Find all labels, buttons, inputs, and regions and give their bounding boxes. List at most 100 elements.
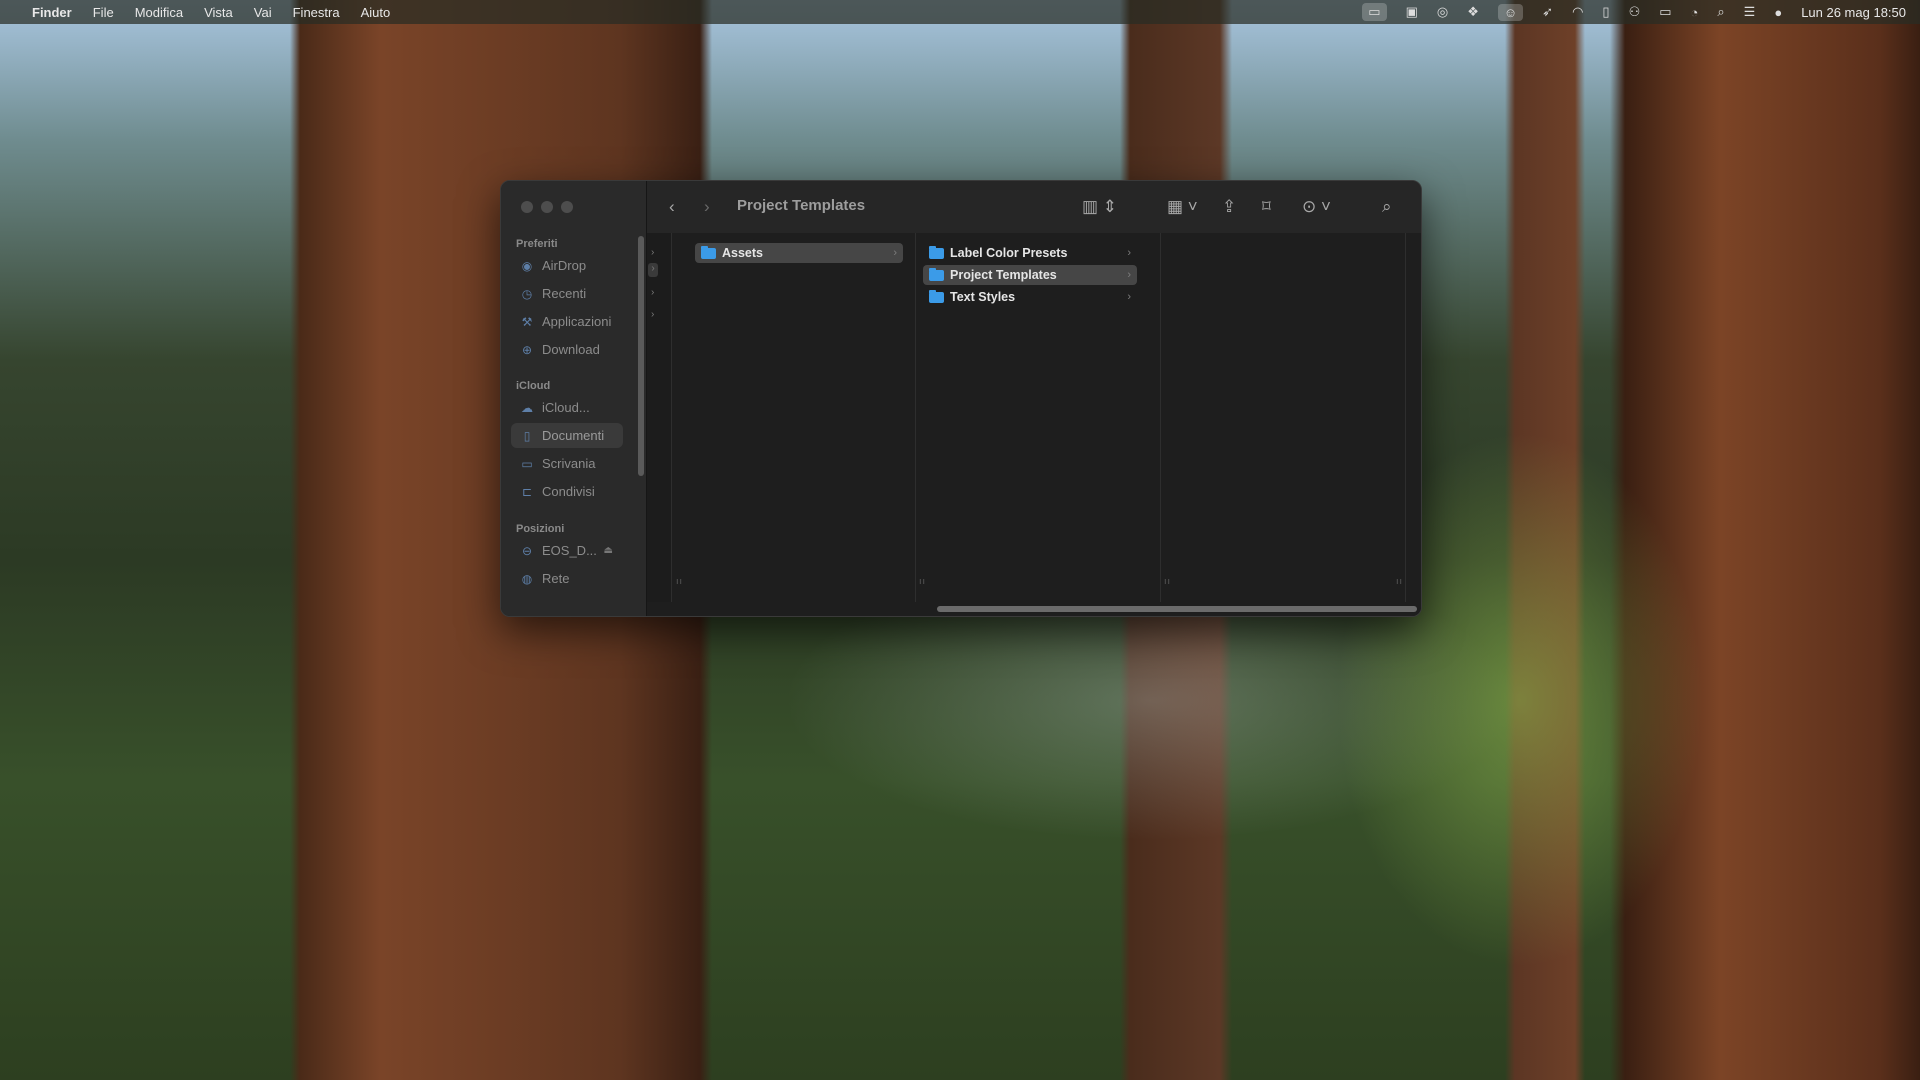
menu-finestra[interactable]: Finestra [293,5,340,20]
column-3: ıı ıı [1160,233,1406,602]
wifi-icon[interactable]: ◔ [1691,5,1699,20]
menu-bar: Finder File Modifica Vista Vai Finestra … [0,0,1920,24]
sidebar: Preferiti ◉ AirDrop ◷ Recenti ⚒ Applicaz… [501,181,647,616]
sidebar-item-documenti[interactable]: ▯ Documenti [511,423,623,448]
search-icon[interactable]: ⌕ [1382,197,1392,217]
sidebar-item-label: Download [542,342,600,357]
list-item-project-templates[interactable]: Project Templates › [923,265,1137,285]
chevron-right-icon[interactable]: › [648,263,658,277]
column-view-icon[interactable]: ▥ ⇕ [1082,197,1117,217]
disk-icon: ⊖ [521,543,533,558]
group-icon[interactable]: ▦ ˅ [1167,197,1198,217]
sidebar-section-posizioni: Posizioni [516,523,565,535]
chevron-right-icon: › [1127,269,1131,281]
sidebar-item-label: EOS_D... [542,543,597,558]
chevron-right-icon[interactable]: › [651,309,654,320]
folder-icon [929,245,944,259]
sidebar-item-scrivania[interactable]: ▭ Scrivania [511,451,623,476]
sidebar-item-airdrop[interactable]: ◉ AirDrop [511,253,623,278]
window-controls [521,201,573,213]
sidebar-item-applicazioni[interactable]: ⚒ Applicazioni [511,309,623,334]
display-icon[interactable]: ▭ [1362,3,1387,21]
finder-status-icon[interactable]: ☺ [1497,3,1524,21]
applications-icon: ⚒ [521,314,533,329]
column-resize-handle[interactable]: ıı [919,576,926,586]
sidebar-item-label: Documenti [542,428,605,443]
list-item-assets[interactable]: Assets › [695,243,903,263]
menu-aiuto[interactable]: Aiuto [361,5,391,20]
sidebar-item-download[interactable]: ⊕ Download [511,337,623,362]
spotlight-icon[interactable]: ⌕ [1717,4,1724,20]
eject-icon[interactable]: ⏏ [604,545,613,556]
clock-icon: ◷ [521,286,533,301]
menu-vai[interactable]: Vai [254,5,272,20]
chevron-right-icon[interactable]: › [651,247,654,258]
menu-file[interactable]: File [93,5,114,20]
network-icon[interactable]: ⚇ [1629,4,1641,20]
dropbox-icon[interactable]: ❖ [1467,4,1479,20]
airdrop-status-icon[interactable]: ◠ [1572,4,1583,20]
sidebar-item-label: Applicazioni [542,314,612,329]
chevron-right-icon[interactable]: › [651,287,654,298]
cloud-icon: ☁ [521,400,533,415]
window-title: Project Templates [737,197,866,214]
control-center-icon[interactable]: ☰ [1744,4,1756,20]
folder-label: Label Color Presets [950,246,1068,260]
shared-folder-icon: ⊏ [521,484,533,499]
back-button[interactable]: ‹ [669,197,675,217]
network-globe-icon: ◍ [521,571,533,586]
menu-app-finder[interactable]: Finder [32,5,72,20]
close-button[interactable] [521,201,533,213]
sidebar-item-condivisi[interactable]: ⊏ Condivisi [511,479,623,504]
list-item-text-styles[interactable]: Text Styles › [923,287,1137,307]
sidebar-item-recenti[interactable]: ◷ Recenti [511,281,623,306]
column-resize-handle[interactable]: ıı [1396,576,1403,586]
share-icon[interactable]: ⇪ [1222,197,1236,217]
more-actions-icon[interactable]: ⊙ ˅ [1302,197,1331,217]
horizontal-scrollbar[interactable] [647,602,1421,616]
scrollbar-thumb[interactable] [937,606,1417,612]
sidebar-item-label: iCloud... [542,400,590,415]
screenshot-icon[interactable]: ▣ [1406,4,1418,20]
column-1: Assets › ıı [671,233,916,602]
folder-label: Assets [722,246,763,260]
folder-label: Text Styles [950,290,1016,304]
airdrop-icon: ◉ [521,258,533,273]
zoom-button[interactable] [561,201,573,213]
battery-icon[interactable]: ▭ [1659,4,1671,20]
sidebar-item-icloud-drive[interactable]: ☁ iCloud... [511,395,623,420]
folder-icon [929,267,944,281]
toolbar: ‹ › Project Templates ▥ ⇕ ▦ ˅ ⇪ ⌑ ⊙ ˅ ⌕ [647,181,1421,234]
finder-window: Preferiti ◉ AirDrop ◷ Recenti ⚒ Applicaz… [500,180,1422,617]
tag-icon[interactable]: ⌑ [1262,197,1271,217]
menu-modifica[interactable]: Modifica [135,5,183,20]
sidebar-section-icloud: iCloud [516,380,551,392]
list-item-label-color-presets[interactable]: Label Color Presets › [923,243,1137,263]
siri-icon[interactable]: ● [1774,5,1782,20]
sidebar-item-eos-disk[interactable]: ⊖ EOS_D... ⏏ [511,538,623,563]
column-browser: › › › › Assets › ıı Label Color Presets … [647,233,1421,616]
document-icon: ▯ [523,428,531,443]
column-gutter: › › › › [647,233,672,602]
creative-cloud-icon[interactable]: ◎ [1437,4,1448,20]
forward-button[interactable]: › [704,197,710,217]
sidebar-item-rete[interactable]: ◍ Rete [511,566,623,591]
sidebar-item-label: Recenti [542,286,587,301]
sidebar-scrollbar[interactable] [638,236,644,476]
sidebar-item-label: Rete [542,571,570,586]
sidebar-item-label: Scrivania [542,456,596,471]
column-resize-handle[interactable]: ıı [676,576,683,586]
sidebar-item-label: Condivisi [542,484,595,499]
column-resize-handle[interactable]: ıı [1164,576,1171,586]
menu-vista[interactable]: Vista [204,5,233,20]
download-icon: ⊕ [521,342,533,357]
column-2: Label Color Presets › Project Templates … [915,233,1161,602]
bird-icon[interactable]: ➶ [1542,4,1553,20]
document-status-icon[interactable]: ▯ [1602,4,1609,20]
minimize-button[interactable] [541,201,553,213]
folder-label: Project Templates [950,268,1057,282]
chevron-right-icon: › [1127,291,1131,303]
clock-datetime[interactable]: Lun 26 mag 18:50 [1801,5,1906,20]
sidebar-section-preferiti: Preferiti [516,238,558,250]
folder-icon [701,245,716,259]
